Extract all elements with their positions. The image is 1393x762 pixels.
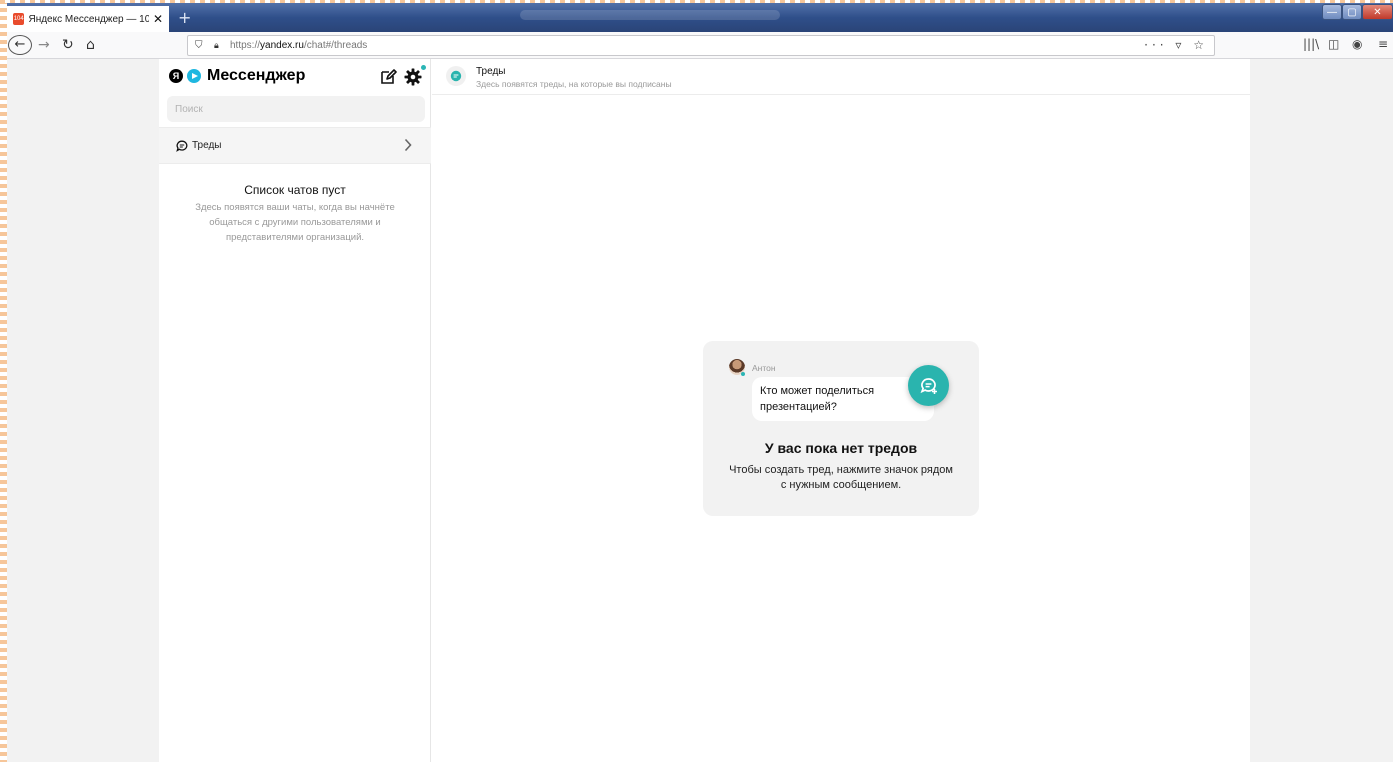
sidebar-toggle-icon[interactable]: ◫ <box>1328 37 1339 51</box>
thread-bubble-icon <box>450 70 462 82</box>
threads-header-subtitle: Здесь появятся треды, на которые вы подп… <box>476 79 672 89</box>
lock-icon[interactable]: 🔒︎ <box>214 41 224 51</box>
maximize-button[interactable]: ▢ <box>1342 4 1362 20</box>
address-bar[interactable]: ⛉ 🔒︎ https://yandex.ru/chat#/threads ···… <box>187 35 1215 56</box>
empty-threads-card: Антон Кто может поделиться презентацией?… <box>703 341 979 516</box>
search-input[interactable] <box>167 96 425 122</box>
messenger-logo[interactable]: Я Мессенджер <box>169 67 305 85</box>
messenger-app: Я Мессенджер Поиск Треды Список чатов пу… <box>159 59 1250 762</box>
empty-threads-text: Чтобы создать тред, нажмите значок рядом… <box>729 464 953 491</box>
url-text[interactable]: https://yandex.ru/chat#/threads <box>230 40 367 51</box>
browser-tab-strip: 104 Яндекс Мессенджер — 104 но ✕ + — ▢ ✕ <box>0 0 1393 32</box>
create-thread-icon <box>920 377 937 394</box>
threads-header-icon <box>446 66 466 86</box>
menu-icon[interactable]: ≡ <box>1378 37 1388 51</box>
empty-list-title: Список чатов пуст <box>244 183 346 197</box>
threads-label: Треды <box>192 140 222 151</box>
empty-list-text: Здесь появятся ваши чаты, когда вы начнё… <box>195 202 395 243</box>
window-title-bar <box>520 10 780 20</box>
threads-panel: Треды Здесь появятся треды, на которые в… <box>432 59 1250 762</box>
close-tab-icon[interactable]: ✕ <box>153 12 163 26</box>
tracking-shield-icon[interactable]: ⛉ <box>195 40 207 51</box>
sample-message-bubble: Кто может поделиться презентацией? <box>752 377 934 421</box>
threads-header-title: Треды <box>476 66 506 77</box>
browser-nav-bar: ← → ↻ ⌂ ⛉ 🔒︎ https://yandex.ru/chat#/thr… <box>0 32 1393 59</box>
browser-tab[interactable]: 104 Яндекс Мессенджер — 104 но ✕ <box>7 6 169 32</box>
threads-icon <box>176 140 188 152</box>
messenger-logo-icon <box>187 69 201 83</box>
sidebar-item-threads[interactable]: Треды <box>159 127 431 164</box>
new-tab-button[interactable]: + <box>178 8 191 27</box>
settings-gear-icon[interactable] <box>403 67 423 87</box>
create-thread-button[interactable] <box>908 365 949 406</box>
notification-dot <box>421 65 426 70</box>
compose-icon[interactable] <box>379 68 397 86</box>
minimize-button[interactable]: — <box>1322 4 1342 20</box>
app-name: Мессенджер <box>207 67 306 84</box>
page-edge-decoration <box>0 0 7 762</box>
threads-header: Треды Здесь появятся треды, на которые в… <box>432 59 1250 95</box>
empty-threads-title: У вас пока нет тредов <box>764 440 918 456</box>
page-background: Я Мессенджер Поиск Треды Список чатов пу… <box>0 59 1393 762</box>
back-arrow-icon[interactable]: ← <box>8 35 32 55</box>
top-edge-decoration <box>0 0 1393 3</box>
library-icon[interactable]: |||\ <box>1303 37 1319 51</box>
window-close-button[interactable]: ✕ <box>1362 4 1393 20</box>
chevron-right-icon <box>404 138 412 152</box>
reload-icon[interactable]: ↻ <box>62 36 74 54</box>
forward-arrow-icon[interactable]: → <box>38 36 50 54</box>
online-status-dot <box>741 372 745 376</box>
yandex-logo-icon: Я <box>169 69 183 83</box>
account-icon[interactable]: ◉ <box>1352 37 1362 51</box>
home-icon[interactable]: ⌂ <box>86 36 95 54</box>
page-actions-icon[interactable]: ··· ▿ ☆ <box>1144 38 1208 52</box>
favicon-icon: 104 <box>13 13 25 25</box>
tab-title: Яндекс Мессенджер — 104 но <box>28 13 149 25</box>
chat-sidebar: Я Мессенджер Поиск Треды Список чатов пу… <box>159 59 431 762</box>
message-author: Антон <box>752 363 776 373</box>
